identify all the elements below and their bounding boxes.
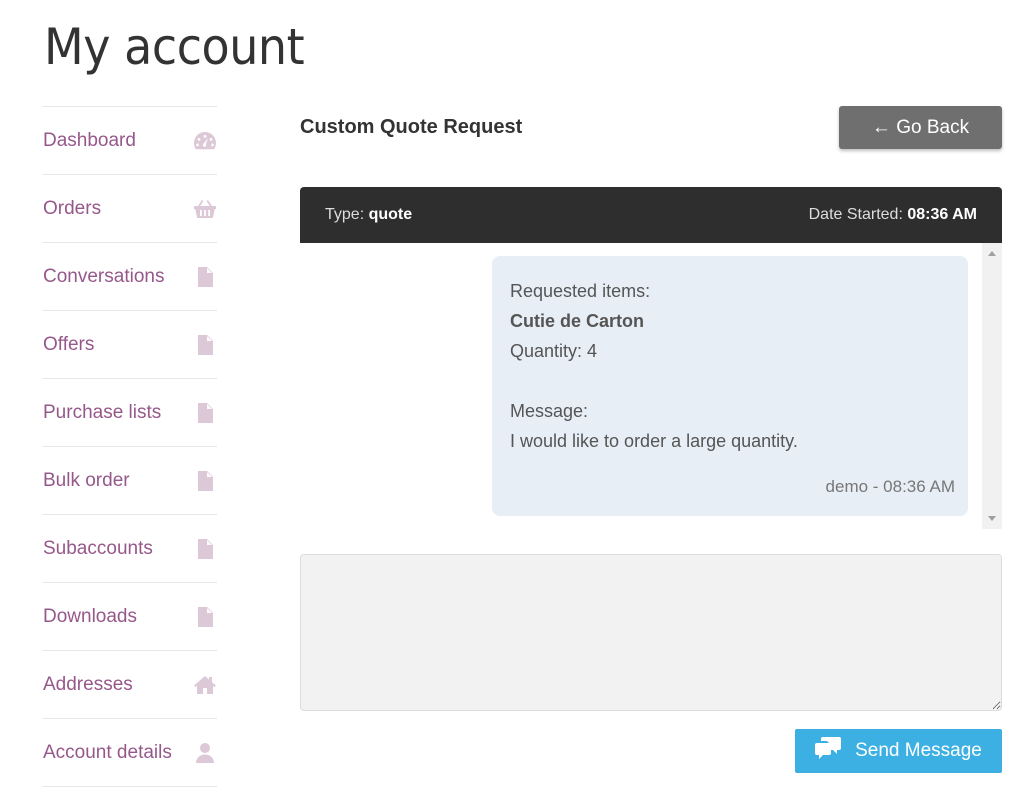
conversation-info-bar: Type: quote Date Started: 08:36 AM (300, 187, 1002, 243)
chat-bubbles-icon (815, 737, 842, 765)
sidebar-item-label: Addresses (43, 673, 133, 695)
send-button-label: Send Message (855, 740, 982, 761)
sidebar-item-label: Dashboard (43, 129, 136, 151)
message-label: Message: (510, 401, 589, 421)
item-quantity: Quantity: 4 (510, 341, 598, 361)
document-icon (193, 401, 217, 425)
conversation-title: Custom Quote Request (300, 116, 523, 138)
sidebar-item-downloads[interactable]: Downloads (43, 582, 217, 650)
sidebar-item-offers[interactable]: Offers (43, 310, 217, 378)
send-message-button[interactable]: Send Message (795, 729, 1002, 773)
message-bubble: Requested items: Cutie de Carton Quantit… (492, 256, 968, 516)
sidebar-item-label: Conversations (43, 265, 165, 287)
message-text: I would like to order a large quantity. (510, 431, 798, 451)
message-line: Requested items: (510, 281, 651, 301)
page-title: My account (44, 18, 305, 76)
go-back-button[interactable]: ← Go Back (839, 106, 1002, 149)
sidebar-item-label: Offers (43, 333, 95, 355)
scroll-up-arrow-icon[interactable] (988, 251, 996, 256)
sidebar-item-label: Purchase lists (43, 401, 162, 423)
scroll-down-arrow-icon[interactable] (988, 516, 996, 521)
sidebar-item-subaccounts[interactable]: Subaccounts (43, 514, 217, 582)
sidebar-item-conversations[interactable]: Conversations (43, 242, 217, 310)
file-download-icon (193, 605, 217, 629)
document-icon (193, 265, 217, 289)
conversation-type: Type: quote (325, 206, 412, 224)
date-value: 08:36 AM (907, 206, 977, 223)
document-icon (193, 333, 217, 357)
conversation-panel: Custom Quote Request ← Go Back Type: quo… (300, 104, 1002, 773)
dashboard-icon (193, 129, 217, 153)
item-name: Cutie de Carton (510, 311, 645, 331)
document-icon (193, 469, 217, 493)
conversation-header-row: Custom Quote Request ← Go Back (300, 104, 1002, 164)
type-label: Type: (325, 206, 365, 223)
type-value: quote (368, 206, 413, 223)
conversation-date: Date Started: 08:36 AM (809, 206, 977, 224)
sidebar-item-bulk-order[interactable]: Bulk order (43, 446, 217, 514)
sidebar-item-label: Subaccounts (43, 537, 153, 559)
date-label: Date Started: (808, 206, 903, 223)
document-icon (193, 537, 217, 561)
user-icon (193, 741, 217, 765)
message-list[interactable]: Requested items: Cutie de Carton Quantit… (300, 243, 1002, 529)
account-navigation: Dashboard Orders Conversations Offers Pu… (43, 106, 217, 787)
basket-icon (193, 197, 217, 221)
sidebar-item-label: Account details (43, 741, 172, 763)
sidebar-item-label: Orders (43, 197, 102, 219)
sidebar-item-addresses[interactable]: Addresses (43, 650, 217, 718)
sidebar-item-label: Bulk order (43, 469, 130, 491)
message-scrollbar[interactable] (982, 243, 1002, 529)
sidebar-item-dashboard[interactable]: Dashboard (43, 106, 217, 174)
sidebar-item-account-details[interactable]: Account details (43, 718, 217, 787)
message-meta: demo - 08:36 AM (825, 477, 955, 496)
sidebar-item-orders[interactable]: Orders (43, 174, 217, 242)
reply-textarea[interactable] (300, 554, 1002, 711)
sidebar-item-purchase-lists[interactable]: Purchase lists (43, 378, 217, 446)
sidebar-item-label: Downloads (43, 605, 137, 627)
home-icon (193, 673, 217, 697)
